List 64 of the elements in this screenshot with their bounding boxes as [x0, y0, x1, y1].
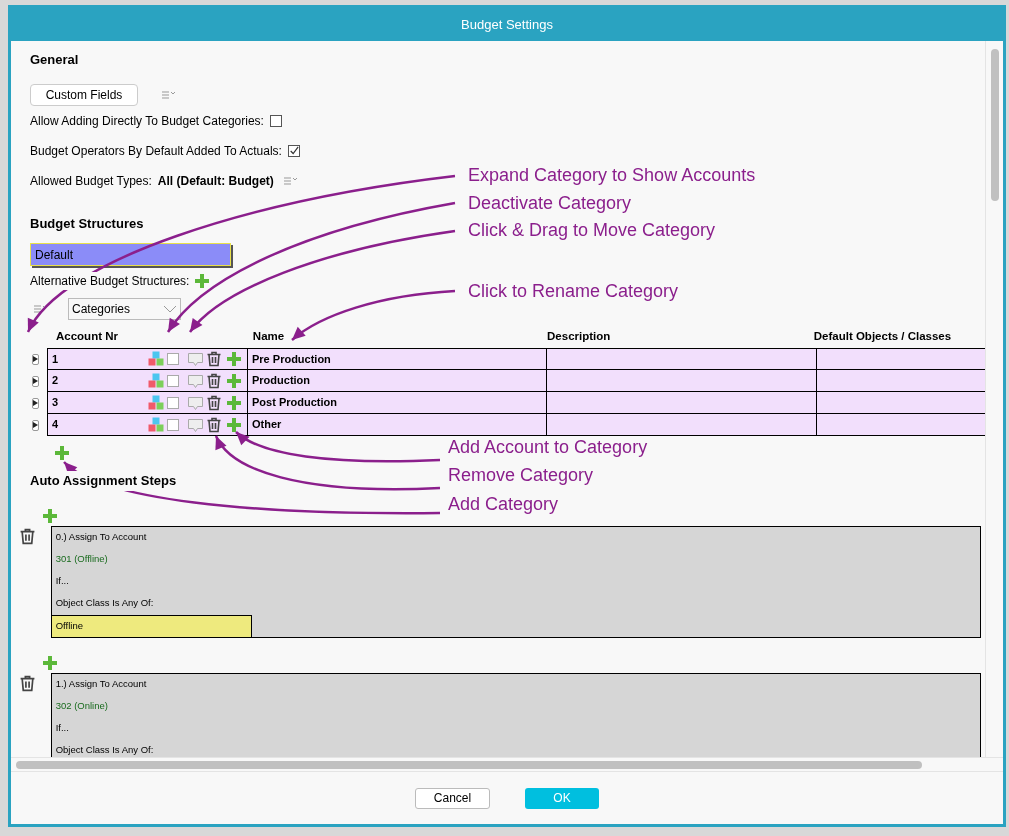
table-cell[interactable]: Production	[248, 370, 547, 391]
chevron-down-icon[interactable]	[163, 305, 177, 313]
add-icon[interactable]	[227, 352, 241, 366]
cubes-icon	[148, 394, 164, 411]
column-header: Default Objects / Classes	[812, 329, 953, 345]
checkbox[interactable]	[287, 144, 300, 157]
custom-fields-button[interactable]: Custom Fields	[30, 83, 138, 106]
account-number: 4	[52, 417, 60, 433]
expand-button[interactable]	[32, 419, 39, 431]
setting-label: Allowed Budget Types:	[30, 172, 152, 190]
expand-button[interactable]	[32, 375, 39, 387]
cancel-button[interactable]: Cancel	[415, 787, 490, 809]
class-tag[interactable]: Offline	[51, 614, 252, 637]
step-title: 0.) Assign To Account	[54, 530, 148, 545]
account-number: 1	[52, 351, 60, 367]
step-rule: Object Class Is Any Of:	[54, 743, 155, 757]
trash-icon[interactable]	[19, 674, 36, 692]
expand-button[interactable]	[32, 397, 39, 409]
section-heading: Budget Structures	[30, 214, 144, 233]
column-header: Account Nr	[55, 329, 119, 345]
cubes-icon	[148, 416, 164, 433]
cubes-icon	[148, 372, 164, 389]
table-cell[interactable]: Other	[248, 414, 547, 435]
checkbox[interactable]	[269, 114, 282, 127]
step-rule: Object Class Is Any Of:	[54, 596, 155, 611]
trash-icon[interactable]	[19, 527, 36, 545]
deactivate-checkbox[interactable]	[167, 396, 179, 409]
structure-field[interactable]: Default	[30, 243, 231, 266]
window-title: Budget Settings	[461, 15, 553, 34]
step-condition: If...	[54, 721, 70, 736]
trash-icon[interactable]	[206, 394, 222, 411]
cubes-icon	[148, 351, 164, 367]
column-header: Name	[251, 329, 286, 345]
table-cell[interactable]: Pre Production	[248, 349, 547, 369]
add-icon[interactable]	[227, 417, 241, 432]
expand-button[interactable]	[32, 353, 39, 365]
section-heading: General	[30, 51, 79, 69]
table-cell[interactable]: Post Production	[248, 392, 547, 413]
horizontal-scrollbar[interactable]	[16, 760, 922, 769]
setting-value: All (Default: Budget)	[157, 172, 274, 190]
step-account[interactable]: 302 (Online)	[51, 695, 980, 718]
alternative-structures-label: Alternative Budget Structures:	[30, 272, 190, 290]
step-title: 1.) Assign To Account	[54, 677, 148, 692]
step-account[interactable]: 301 (Offline)	[51, 548, 980, 571]
setting-label: Allow Adding Directly To Budget Categories:	[30, 112, 264, 130]
add-icon[interactable]	[55, 446, 69, 460]
add-icon[interactable]	[43, 508, 57, 523]
add-icon[interactable]	[195, 274, 210, 288]
trash-icon[interactable]	[206, 416, 222, 433]
view-dropdown[interactable]: Categories	[68, 298, 181, 320]
add-icon[interactable]	[43, 655, 57, 670]
trash-icon[interactable]	[206, 351, 222, 367]
add-icon[interactable]	[227, 373, 241, 388]
add-icon[interactable]	[227, 395, 241, 410]
deactivate-checkbox[interactable]	[167, 374, 179, 387]
account-number: 2	[52, 373, 60, 389]
section-heading: Auto Assignment Steps	[30, 471, 177, 491]
account-number: 3	[52, 395, 60, 411]
trash-icon[interactable]	[206, 372, 222, 389]
step-condition: If...	[54, 574, 70, 589]
setting-label: Budget Operators By Default Added To Actuals:	[30, 142, 282, 160]
deactivate-checkbox[interactable]	[167, 353, 179, 365]
column-header: Description	[546, 329, 612, 345]
deactivate-checkbox[interactable]	[167, 418, 179, 431]
